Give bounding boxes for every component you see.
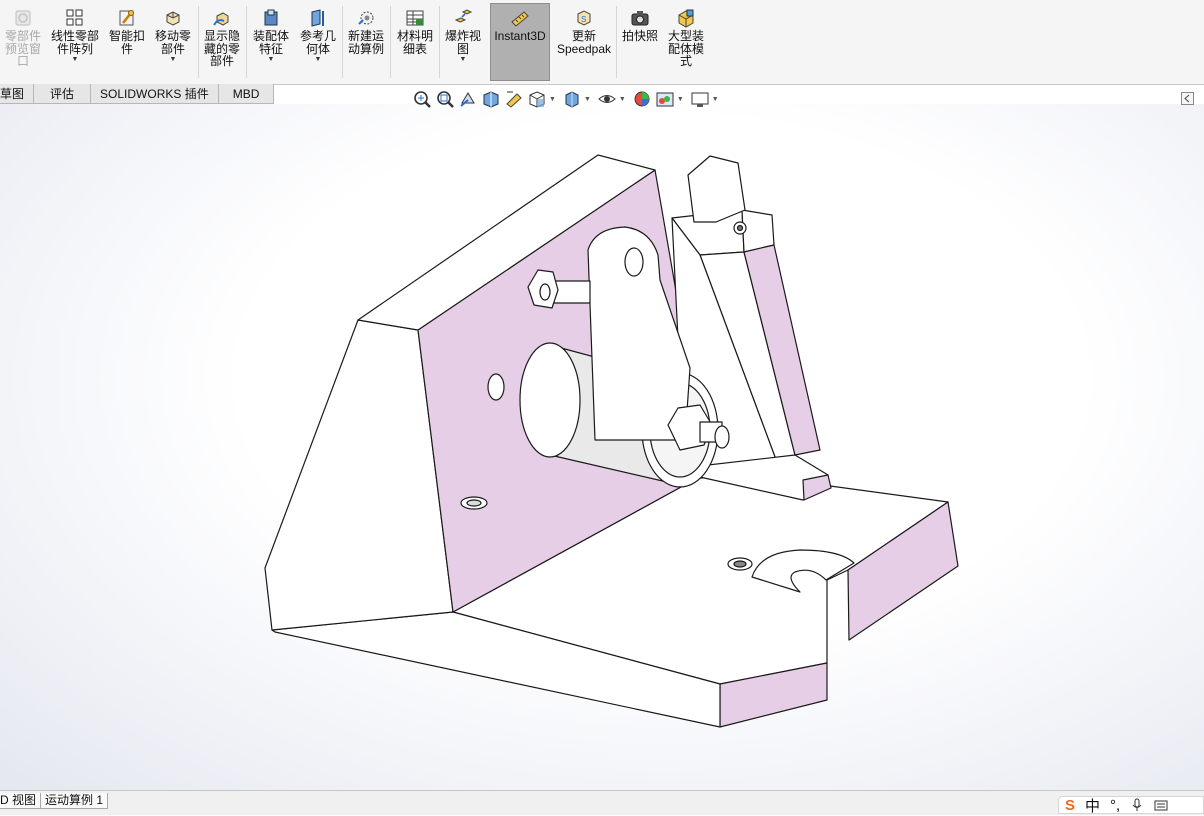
chevron-down-icon[interactable]: ▼	[712, 96, 719, 103]
chevron-down-icon[interactable]: ▼	[619, 96, 626, 103]
move-component-button[interactable]: 移动零 部件 ▼	[150, 4, 196, 80]
svg-text:S: S	[581, 15, 586, 24]
section-view-icon[interactable]	[481, 89, 501, 109]
display-style-icon[interactable]	[562, 89, 582, 109]
bill-of-materials-button[interactable]: 材料明 细表	[393, 4, 437, 80]
zoom-to-fit-icon[interactable]	[412, 89, 432, 109]
ribbon-separator	[246, 6, 247, 78]
chevron-down-icon[interactable]: ▼	[584, 96, 591, 103]
hide-show-items-icon[interactable]	[597, 89, 617, 109]
button-label: 更新 Speedpak	[556, 29, 612, 56]
take-snapshot-button[interactable]: 拍快照	[619, 4, 661, 80]
linear-component-pattern-button[interactable]: 线性零部 件阵列 ▼	[48, 4, 102, 80]
button-label: 材料明 细表	[396, 29, 433, 56]
button-label: 零部件 预览窗 口	[4, 29, 41, 68]
button-label: 新建运 动算例	[347, 29, 384, 56]
reference-geometry-button[interactable]: 参考几 何体 ▼	[296, 4, 340, 80]
component-preview-window-button[interactable]: 零部件 预览窗 口	[2, 4, 44, 80]
microphone-icon[interactable]	[1130, 798, 1144, 812]
ribbon-separator	[198, 6, 199, 78]
button-label: Instant3D	[494, 29, 546, 43]
camera-icon	[631, 11, 649, 26]
dynamic-annotation-icon[interactable]	[504, 89, 524, 109]
chevron-down-icon[interactable]: ▼	[677, 96, 684, 103]
chevron-down-icon[interactable]: ▼	[549, 96, 556, 103]
button-label: 线性零部 件阵列	[50, 29, 99, 56]
view-settings-icon[interactable]	[690, 89, 710, 109]
tab-mbd[interactable]: MBD	[218, 84, 275, 104]
tab-solidworks-addins[interactable]: SOLIDWORKS 插件	[91, 84, 219, 104]
ribbon-separator	[390, 6, 391, 78]
motion-study-icon	[358, 11, 374, 25]
reference-geometry-icon	[311, 9, 324, 27]
exploded-view-button[interactable]: 爆炸视 图 ▼	[441, 4, 485, 80]
command-manager-ribbon: 零部件 预览窗 口 线性零部 件阵列 ▼ 智能扣 件 移动零 部件 ▼ 显示隐 …	[0, 0, 1204, 85]
large-assembly-icon	[678, 9, 694, 28]
move-component-icon	[166, 11, 180, 26]
expand-panel-icon[interactable]	[1181, 92, 1194, 105]
command-manager-tabs: 草图 评估 SOLIDWORKS 插件 MBD	[0, 84, 275, 104]
ribbon-separator	[439, 6, 440, 78]
linear-pattern-icon	[66, 9, 83, 26]
show-hidden-components-button[interactable]: 显示隐 藏的零 部件	[200, 4, 244, 80]
component-preview-icon	[15, 10, 31, 26]
assembly-model	[264, 154, 959, 728]
large-assembly-mode-button[interactable]: 大型装 配体模 式	[663, 4, 709, 80]
ime-language-indicator[interactable]: 中	[1085, 795, 1100, 816]
tab-evaluate[interactable]: 评估	[34, 84, 92, 104]
ime-toolbar[interactable]: S 中 °,	[1058, 795, 1204, 816]
chevron-down-icon[interactable]: ▼	[72, 56, 79, 63]
button-label: 装配体 特征	[252, 29, 289, 56]
speedpak-icon: S	[577, 10, 591, 26]
smart-fastener-icon	[119, 10, 134, 26]
button-label: 参考几 何体	[299, 29, 336, 56]
chevron-down-icon[interactable]: ▼	[315, 56, 322, 63]
bottom-tab-bar: D 视图 运动算例 1	[0, 790, 1204, 815]
tab-motion-study-1[interactable]: 运动算例 1	[40, 793, 109, 809]
table-icon	[406, 10, 424, 26]
assembly-features-button[interactable]: 装配体 特征 ▼	[250, 4, 292, 80]
button-label: 显示隐 藏的零 部件	[203, 29, 240, 68]
zoom-to-area-icon[interactable]	[435, 89, 455, 109]
button-label: 拍快照	[621, 29, 658, 43]
chevron-down-icon[interactable]: ▼	[460, 56, 467, 63]
previous-view-icon[interactable]	[458, 89, 478, 109]
tab-sketch[interactable]: 草图	[0, 84, 35, 104]
edit-appearance-icon[interactable]	[632, 89, 652, 109]
button-label: 大型装 配体模 式	[667, 29, 704, 68]
ribbon-separator	[616, 6, 617, 78]
assembly-feature-icon	[264, 9, 278, 26]
chevron-down-icon[interactable]: ▼	[268, 56, 275, 63]
graphics-viewport[interactable]	[0, 104, 1204, 790]
exploded-view-icon	[454, 9, 473, 23]
tab-3d-view[interactable]: D 视图	[0, 793, 42, 809]
ribbon-separator	[342, 6, 343, 78]
instant3d-icon	[511, 11, 529, 27]
button-label: 爆炸视 图	[444, 29, 481, 56]
sogou-logo: S	[1065, 796, 1076, 814]
apply-scene-icon[interactable]	[655, 89, 675, 109]
punctuation-icon[interactable]: °,	[1110, 797, 1120, 814]
button-label: 移动零 部件	[154, 29, 191, 56]
chevron-down-icon[interactable]: ▼	[170, 56, 177, 63]
new-motion-study-button[interactable]: 新建运 动算例	[344, 4, 388, 80]
show-hidden-icon	[213, 12, 229, 26]
heads-up-view-toolbar: ▼ ▼ ▼ ▼ ▼	[412, 88, 725, 110]
update-speedpak-button[interactable]: S 更新 Speedpak	[556, 4, 612, 80]
view-orientation-icon[interactable]	[527, 89, 547, 109]
keyboard-icon[interactable]	[1154, 798, 1168, 812]
instant3d-button[interactable]: Instant3D	[490, 3, 550, 81]
button-label: 智能扣 件	[108, 29, 145, 56]
smart-fasteners-button[interactable]: 智能扣 件	[106, 4, 148, 80]
